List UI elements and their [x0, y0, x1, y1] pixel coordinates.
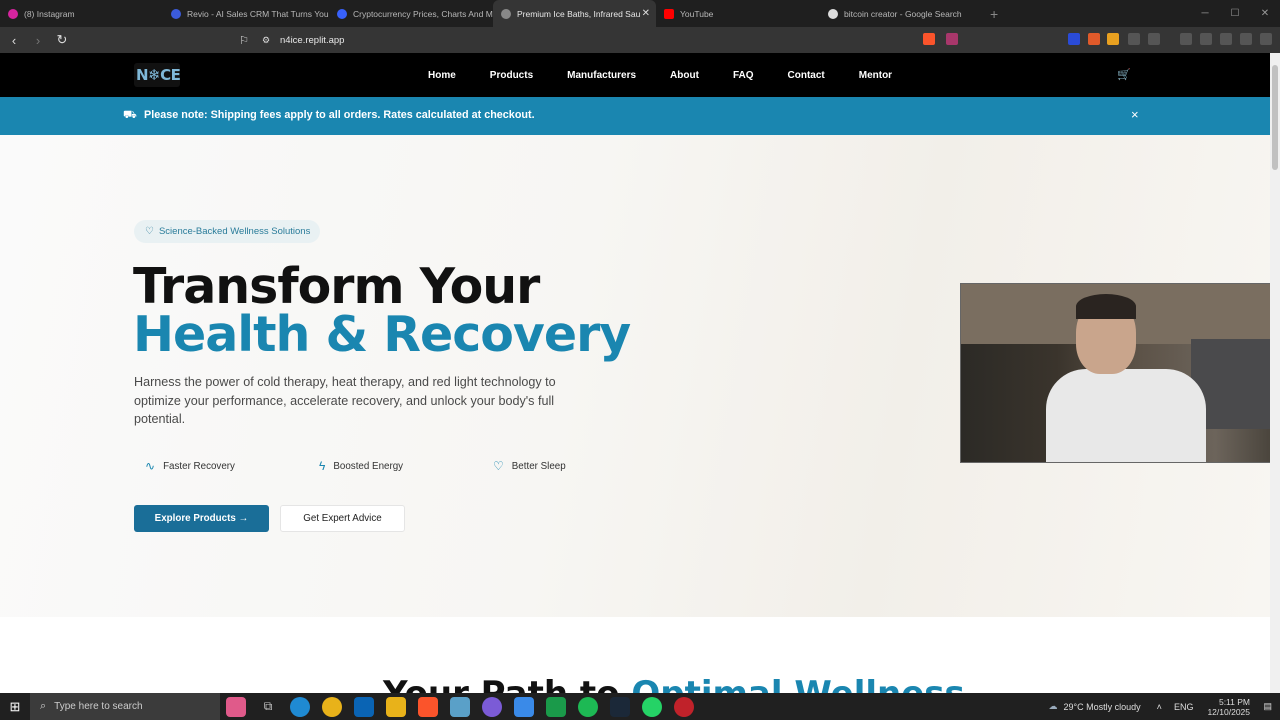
truck-icon: ⛟ [123, 109, 137, 121]
coinmarketcap-icon [337, 8, 347, 19]
tab-revio[interactable]: Revio - AI Sales CRM That Turns You [163, 0, 329, 27]
windows-start-icon[interactable]: ⊞ [0, 699, 30, 715]
nav-products[interactable]: Products [490, 70, 533, 81]
hero-subtitle: Harness the power of cold therapy, heat … [134, 375, 556, 426]
shipping-banner: ⛟ Please note: Shipping fees apply to al… [0, 97, 1270, 135]
nav-home[interactable]: Home [428, 70, 456, 81]
address-bar: ‹ › ↻ ⚐ ⚙ n4ice.replit.app [0, 27, 1280, 53]
banner-message: Please note: Shipping fees apply to all … [144, 109, 535, 121]
taskbar-search[interactable]: ⌕ Type here to search [30, 693, 220, 720]
windows-taskbar: ⊞ ⌕ Type here to search ⧉ ☁ 29°C Mostly cl… [0, 693, 1280, 720]
wallet-icon[interactable] [1200, 33, 1212, 45]
webcam-overlay [960, 283, 1280, 463]
chart-app-icon[interactable] [546, 696, 566, 717]
hero-title-line2: Health & Recovery [133, 306, 631, 363]
tab-google[interactable]: bitcoin creator - Google Search [820, 0, 980, 27]
tab-instagram[interactable]: (8) Instagram [0, 0, 163, 27]
cloud-icon: ☁ [1048, 701, 1058, 711]
forward-icon[interactable]: › [28, 33, 48, 48]
widget-icon[interactable] [226, 696, 246, 717]
menu-icon[interactable] [1260, 33, 1272, 45]
weather-widget[interactable]: ☁ 29°C Mostly cloudy [1049, 701, 1141, 712]
close-tab-icon[interactable]: ✕ [642, 8, 650, 19]
edge-icon[interactable] [290, 696, 310, 717]
chevron-up-icon[interactable]: ˄ [1157, 702, 1162, 712]
feature-boosted-energy: ϟ Boosted Energy [319, 459, 404, 473]
webcam-person-body [1046, 369, 1206, 462]
file-explorer-icon[interactable] [386, 696, 406, 717]
site-logo[interactable]: N❄CE [134, 63, 181, 87]
outlook-icon[interactable] [354, 696, 374, 717]
site-info-icon[interactable]: ⚙ [256, 35, 276, 46]
feature-better-sleep: ♡ Better Sleep [493, 459, 566, 473]
app-icon[interactable] [674, 696, 694, 717]
heart-icon: ♡ [145, 226, 154, 237]
tab-n4ice[interactable]: Premium Ice Baths, Infrared Sau ✕ [493, 0, 656, 27]
maximize-icon[interactable]: ☐ [1220, 0, 1250, 27]
app-icon[interactable] [482, 696, 502, 717]
cart-icon[interactable]: 🛒 [1117, 68, 1131, 81]
brave-shields-icon[interactable] [923, 33, 935, 45]
system-tray: ☁ 29°C Mostly cloudy ˄ ENG 5:11 PM 12/10/2… [1049, 693, 1280, 720]
youtube-icon [664, 8, 674, 19]
brave-icon[interactable] [418, 696, 438, 717]
copilot-icon[interactable] [514, 696, 534, 717]
clock[interactable]: 5:11 PM 12/10/2025 [1207, 697, 1250, 717]
vpn-icon[interactable] [1240, 33, 1252, 45]
page-scrollbar[interactable] [1270, 53, 1280, 693]
nav-manufacturers[interactable]: Manufacturers [567, 70, 636, 81]
extension-icon[interactable] [1068, 33, 1080, 45]
instagram-icon [8, 8, 18, 19]
bookmark-icon[interactable]: ⚐ [234, 34, 254, 47]
whatsapp-icon[interactable] [642, 696, 662, 717]
task-view-icon[interactable]: ⧉ [258, 697, 278, 717]
google-icon [828, 8, 838, 19]
nav-contact[interactable]: Contact [788, 70, 825, 81]
extension-icon[interactable] [1088, 33, 1100, 45]
nav-faq[interactable]: FAQ [733, 70, 754, 81]
nav-links: Home Products Manufacturers About FAQ Co… [428, 53, 926, 97]
reload-icon[interactable]: ↻ [52, 32, 72, 48]
banner-close-icon[interactable]: × [1131, 107, 1139, 122]
webcam-person-hair [1076, 294, 1136, 319]
nav-mentor[interactable]: Mentor [859, 70, 892, 81]
lightning-icon: ϟ [319, 459, 326, 473]
activity-icon: ∿ [145, 459, 156, 473]
browser-tab-bar: (8) Instagram Revio - AI Sales CRM That … [0, 0, 1280, 27]
nav-about[interactable]: About [670, 70, 699, 81]
extension-icon[interactable] [1107, 33, 1119, 45]
music-icon[interactable] [1180, 33, 1192, 45]
chrome-icon[interactable] [322, 696, 342, 717]
minimize-icon[interactable]: ─ [1190, 0, 1220, 27]
spotify-icon[interactable] [578, 696, 598, 717]
tab-youtube[interactable]: YouTube [656, 0, 820, 27]
window-controls: ─ ☐ ✕ [1190, 0, 1280, 27]
brave-rewards-icon[interactable] [946, 33, 958, 45]
language-indicator[interactable]: ENG [1174, 702, 1194, 712]
sidebar-icon[interactable] [1148, 33, 1160, 45]
scrollbar-thumb[interactable] [1272, 65, 1278, 170]
steam-icon[interactable] [610, 696, 630, 717]
explore-products-button[interactable]: Explore Products → [134, 505, 269, 532]
globe-icon [501, 8, 511, 19]
feature-faster-recovery: ∿ Faster Recovery [145, 459, 235, 473]
back-icon[interactable]: ‹ [4, 33, 24, 48]
notification-icon[interactable]: ▤ [1263, 701, 1272, 712]
hero-badge: ♡ Science-Backed Wellness Solutions [134, 220, 321, 243]
app-icon[interactable] [450, 696, 470, 717]
close-window-icon[interactable]: ✕ [1250, 0, 1280, 27]
heart-icon: ♡ [493, 459, 504, 473]
ai-icon[interactable] [1220, 33, 1232, 45]
puzzle-icon[interactable] [1128, 33, 1140, 45]
search-icon: ⌕ [40, 700, 47, 712]
tab-coinmarketcap[interactable]: Cryptocurrency Prices, Charts And M [329, 0, 493, 27]
url-field[interactable]: n4ice.replit.app [280, 35, 344, 46]
site-navbar: N❄CE Home Products Manufacturers About F… [0, 53, 1270, 97]
revio-icon [171, 8, 181, 19]
new-tab-button[interactable]: + [980, 0, 1008, 27]
expert-advice-button[interactable]: Get Expert Advice [280, 505, 405, 532]
